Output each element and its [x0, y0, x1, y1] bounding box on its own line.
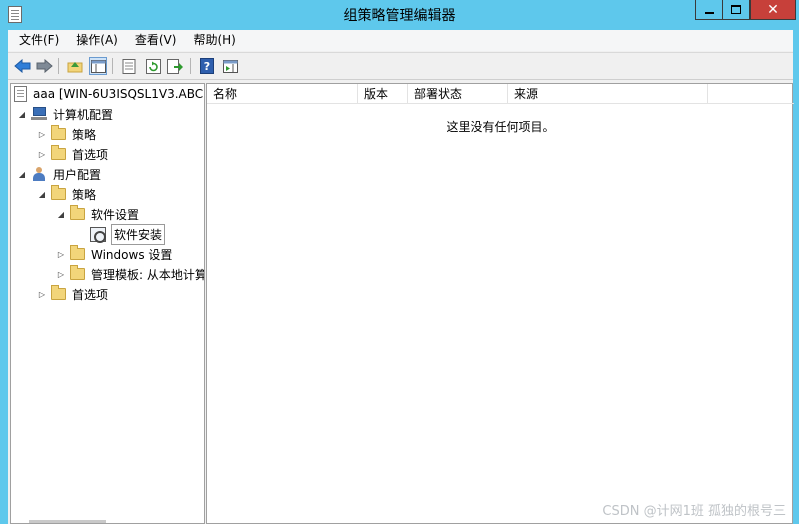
tree-item-user-preferences[interactable]: ▷ 首选项 [37, 284, 108, 304]
software-install-icon [90, 226, 106, 243]
menu-help[interactable]: 帮助(H) [182, 30, 241, 51]
toolbar-separator [112, 58, 113, 74]
folder-icon [70, 205, 85, 220]
tree-pane[interactable]: aaa [WIN-6U3ISQSL1V3.ABC ◢ 计算机配置 ▷ 策略 ▷ … [10, 83, 205, 524]
folder-icon [70, 265, 85, 280]
menu-bar: 文件(F) 操作(A) 查看(V) 帮助(H) [8, 30, 793, 51]
empty-list-message: 这里没有任何项目。 [446, 120, 555, 134]
close-button[interactable]: ✕ [750, 0, 796, 20]
menu-file[interactable]: 文件(F) [8, 30, 65, 51]
title-bar: 组策略管理编辑器 ✕ [0, 0, 799, 30]
tree-item-label: 策略 [72, 127, 97, 142]
expand-arrow-icon[interactable]: ◢ [37, 189, 47, 199]
collapse-arrow-icon[interactable]: ▷ [37, 149, 47, 159]
collapse-arrow-icon[interactable]: ▷ [37, 289, 47, 299]
folder-icon [51, 285, 66, 300]
show-hide-tree-icon[interactable] [89, 57, 107, 75]
tree-item-label: 软件设置 [91, 207, 140, 222]
tree-item-windows-settings[interactable]: ▷ Windows 设置 [56, 244, 172, 264]
minimize-icon [704, 12, 714, 14]
properties-icon[interactable] [120, 57, 138, 75]
folder-icon [70, 245, 85, 260]
folder-icon [51, 125, 66, 140]
column-header-source[interactable]: 来源 [508, 84, 708, 104]
folder-icon [51, 185, 66, 200]
tree-item-label: 策略 [72, 187, 97, 202]
expand-arrow-icon[interactable]: ◢ [17, 109, 27, 119]
policy-document-icon [14, 86, 27, 102]
help-icon[interactable]: ? [198, 57, 216, 75]
view-icon[interactable] [221, 57, 239, 75]
tree-item-software-install[interactable]: 软件安装 [90, 223, 166, 245]
menu-action[interactable]: 操作(A) [65, 30, 124, 51]
toolbar: ? [8, 52, 793, 80]
computer-icon [31, 107, 47, 121]
tree-item-label-selected: 软件安装 [111, 223, 166, 245]
collapse-arrow-icon[interactable]: ▷ [37, 129, 47, 139]
user-icon [31, 167, 47, 181]
list-pane[interactable]: 名称 版本 部署状态 来源 这里没有任何项目。 CSDN @计网1班 孤独的根号… [206, 83, 794, 524]
forward-arrow-icon[interactable] [35, 57, 53, 75]
folder-icon [51, 145, 66, 160]
refresh-icon[interactable] [144, 57, 162, 75]
expand-arrow-icon[interactable]: ◢ [56, 209, 66, 219]
list-header: 名称 版本 部署状态 来源 [207, 84, 794, 104]
tree-item-root[interactable]: aaa [WIN-6U3ISQSL1V3.ABC [14, 84, 203, 104]
tree-item-computer-config[interactable]: ◢ 计算机配置 [17, 104, 113, 124]
tree-item-label: 用户配置 [53, 167, 102, 182]
tree-item-label: 计算机配置 [53, 107, 114, 122]
toolbar-separator [190, 58, 191, 74]
close-icon: ✕ [767, 1, 779, 18]
window-title: 组策略管理编辑器 [343, 8, 456, 24]
horizontal-scrollbar[interactable] [29, 520, 106, 523]
column-header-version[interactable]: 版本 [358, 84, 408, 104]
column-header-deploy-state[interactable]: 部署状态 [408, 84, 508, 104]
watermark-text: CSDN @计网1班 孤独的根号三 [602, 504, 786, 519]
tree-item-label: 首选项 [72, 147, 109, 162]
menu-view[interactable]: 查看(V) [124, 30, 183, 51]
back-arrow-icon[interactable] [13, 57, 31, 75]
collapse-arrow-icon[interactable]: ▷ [56, 249, 66, 259]
svg-text:?: ? [204, 60, 210, 73]
tree-item-admin-templates[interactable]: ▷ 管理模板: 从本地计算 [56, 264, 205, 284]
up-folder-icon[interactable] [66, 57, 84, 75]
column-header-name[interactable]: 名称 [207, 84, 358, 104]
tree-item-user-config[interactable]: ◢ 用户配置 [17, 164, 101, 184]
tree-item-label: 首选项 [72, 287, 109, 302]
tree-item-software-settings[interactable]: ◢ 软件设置 [56, 204, 139, 224]
tree-item-label: 管理模板: 从本地计算 [91, 267, 205, 282]
tree-item-computer-policies[interactable]: ▷ 策略 [37, 124, 96, 144]
expand-arrow-icon[interactable]: ◢ [17, 169, 27, 179]
minimize-button[interactable] [695, 0, 723, 20]
window-frame: 文件(F) 操作(A) 查看(V) 帮助(H) ? aaa [WIN-6U3IS… [8, 30, 794, 524]
tree-item-label: aaa [WIN-6U3ISQSL1V3.ABC [33, 87, 204, 101]
maximize-icon [731, 5, 741, 14]
tree-item-computer-preferences[interactable]: ▷ 首选项 [37, 144, 108, 164]
toolbar-separator [58, 58, 59, 74]
maximize-button[interactable] [722, 0, 750, 20]
export-list-icon[interactable] [166, 57, 184, 75]
collapse-arrow-icon[interactable]: ▷ [56, 269, 66, 279]
tree-item-label: Windows 设置 [91, 247, 173, 262]
tree-item-user-policies[interactable]: ◢ 策略 [37, 184, 96, 204]
